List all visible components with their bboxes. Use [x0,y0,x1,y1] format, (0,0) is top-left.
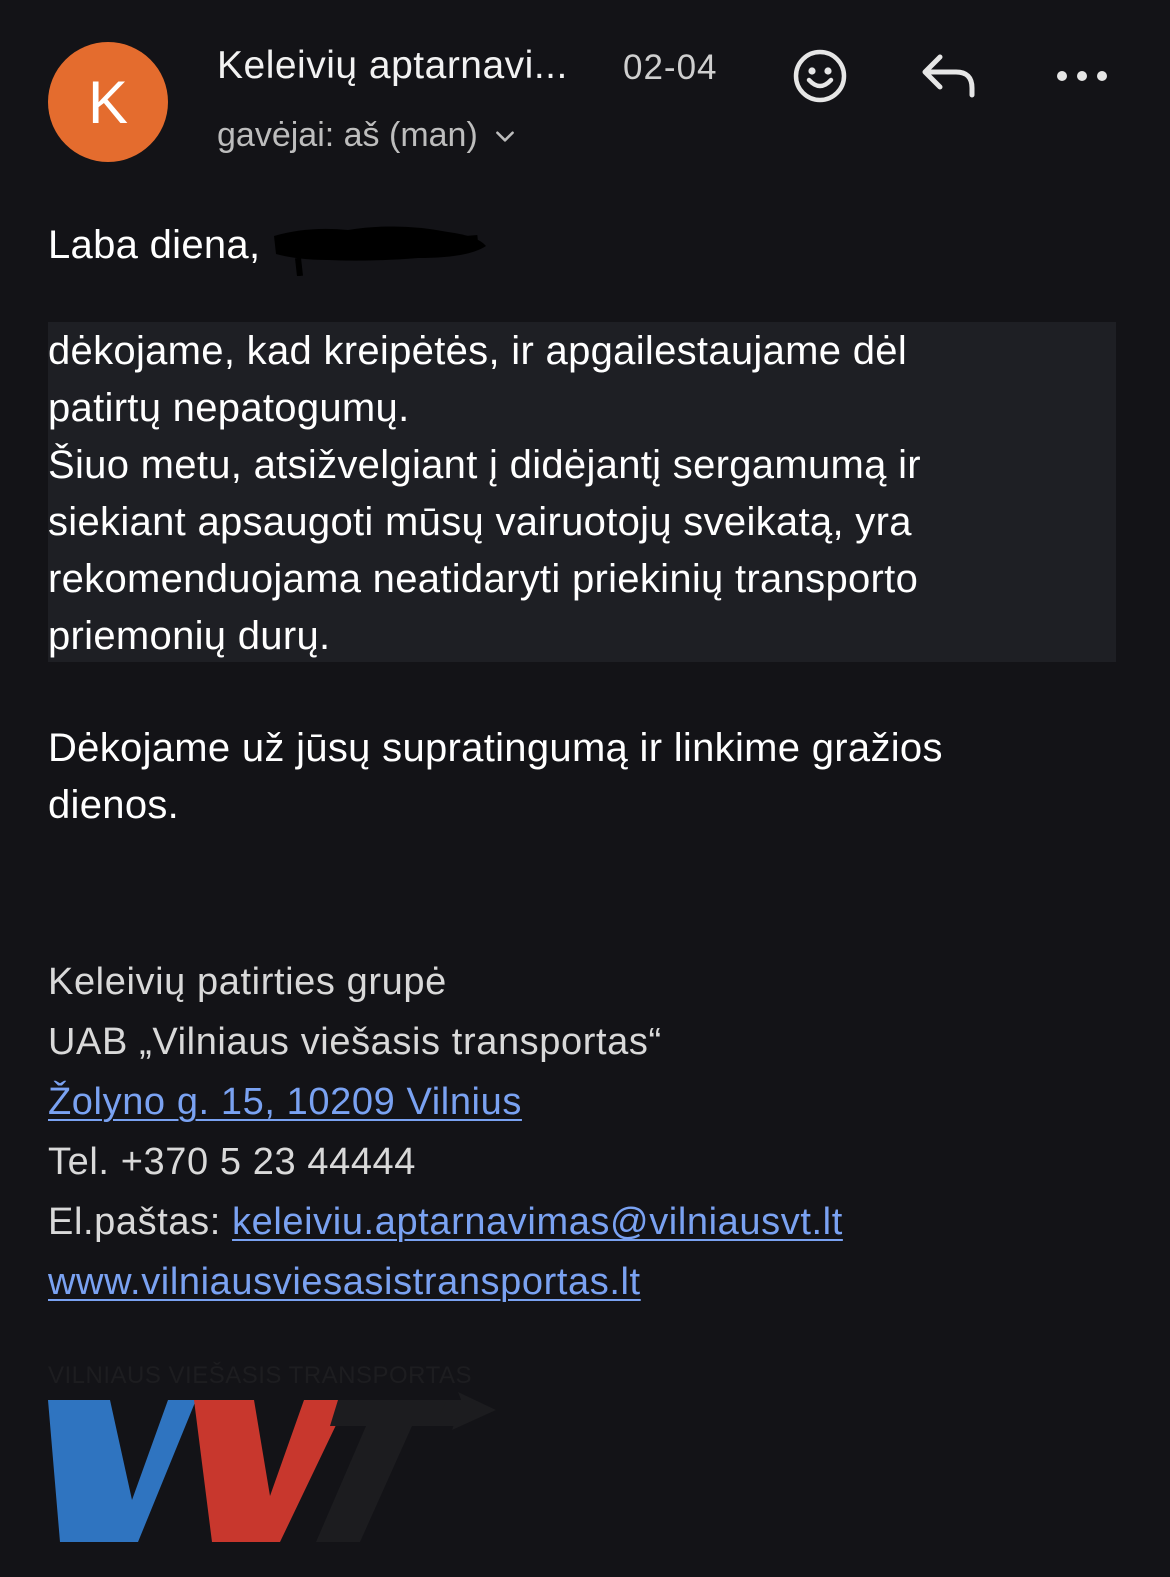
recipients-toggle[interactable]: gavėjai: aš (man) [217,116,518,155]
message-paragraph-2: Dėkojame už jūsų supratingumą ir linkime… [48,720,943,834]
address-link[interactable]: Žolyno g. 15, 10209 Vilnius [48,1081,522,1123]
signature-company: UAB „Vilniaus viešasis transportas“ [48,1021,662,1063]
text-line: rekomenduojama neatidaryti priekinių tra… [48,557,919,601]
email-date: 02-04 [623,48,718,87]
email-label: El.paštas: [48,1201,233,1243]
greeting-row: Laba diena, [48,214,490,276]
emoji-icon[interactable] [788,44,852,108]
avatar[interactable]: K [48,42,168,162]
avatar-letter: K [87,68,129,136]
text-line: priemonių durų. [48,614,331,658]
redaction-scribble [274,226,487,276]
text-line: dienos. [48,783,180,827]
recipients-label: gavėjai: aš (man) [217,116,478,154]
message-paragraph-1: dėkojame, kad kreipėtės, ir apgailestauj… [48,323,921,665]
logo-caption: VILNIAUS VIEŠASIS TRANSPORTAS [48,1362,472,1389]
text-line: Šiuo metu, atsižvelgiant į didėjantį ser… [48,443,921,487]
text-line: patirtų nepatogumų. [48,386,410,430]
text-line: dėkojame, kad kreipėtės, ir apgailestauj… [48,329,908,373]
more-icon[interactable] [1050,44,1114,108]
text-line: Dėkojame už jūsų supratingumą ir linkime… [48,726,943,770]
vvt-logo [48,1392,496,1542]
signature-phone: Tel. +370 5 23 44444 [48,1141,417,1183]
greeting: Laba diena, [48,222,261,267]
reply-icon[interactable] [918,44,982,108]
sender-name[interactable]: Keleivių aptarnavi... [217,44,568,88]
signature-team: Keleivių patirties grupė [48,961,447,1003]
text-line: siekiant apsaugoti mūsų vairuotojų sveik… [48,500,912,544]
email-view: K Keleivių aptarnavi... 02-04 gavėjai: a… [0,0,1170,1577]
email-link[interactable]: keleiviu.aptarnavimas@vilniausvt.lt [232,1201,843,1243]
signature: Keleivių patirties grupė UAB „Vilniaus v… [48,952,843,1312]
website-link[interactable]: www.vilniausviesasistransportas.lt [48,1261,641,1303]
chevron-down-icon [495,130,514,142]
